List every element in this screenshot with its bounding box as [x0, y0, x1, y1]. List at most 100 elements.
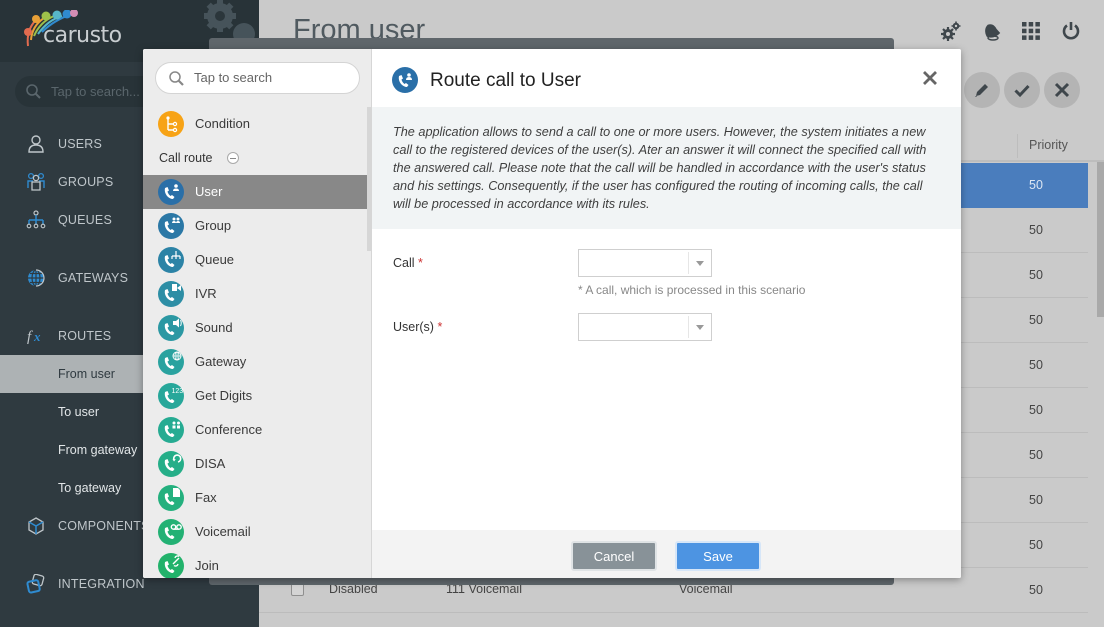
call-field-hint: * A call, which is processed in this sce… [578, 283, 806, 297]
modal-title: Route call to User [430, 70, 582, 91]
search-icon [26, 84, 41, 99]
column-header-priority[interactable]: Priority [1029, 138, 1068, 152]
call-label-text: Call [393, 256, 415, 270]
select-divider [688, 316, 689, 338]
required-marker: * [437, 320, 443, 334]
priority-cell: 50 [1029, 178, 1043, 192]
integration-icon [26, 574, 45, 594]
svg-text:x: x [33, 329, 41, 344]
svg-text:123: 123 [172, 388, 184, 395]
groups-icon [27, 172, 45, 191]
discard-button[interactable] [1044, 72, 1080, 108]
queue-call-icon [158, 247, 184, 273]
save-button[interactable]: Save [675, 541, 761, 571]
palette-item-sound[interactable]: Sound [143, 311, 367, 345]
modal-description: The application allows to send a call to… [372, 107, 961, 229]
palette-group-label: Call route [159, 151, 213, 165]
palette-item-disa[interactable]: DISA [143, 447, 367, 481]
sidebar-item-label: QUEUES [58, 213, 112, 227]
palette-item-label: DISA [195, 456, 226, 471]
group-call-icon [158, 213, 184, 239]
edit-button[interactable] [964, 72, 1000, 108]
call-select[interactable] [578, 249, 712, 277]
globe-icon [28, 269, 45, 287]
palette-item-label: Sound [195, 320, 233, 335]
close-icon[interactable] [921, 69, 939, 87]
palette-item-label: User [195, 184, 223, 199]
palette-search-input[interactable] [194, 70, 354, 85]
sidebar-subitem-label: From user [58, 367, 115, 381]
palette-item-fax[interactable]: Fax [143, 481, 367, 515]
sidebar-item-label: GATEWAYS [58, 271, 129, 285]
close-icon [1054, 82, 1070, 98]
palette-item-gateway[interactable]: Gateway [143, 345, 367, 379]
palette-item-get-digits[interactable]: 123 Get Digits [143, 379, 367, 413]
gateway-call-icon [158, 349, 184, 375]
users-field-label: User(s) * [393, 320, 442, 334]
get-digits-call-icon: 123 [158, 383, 184, 409]
palette-item-ivr[interactable]: IVR [143, 277, 367, 311]
queues-icon [26, 210, 46, 229]
bell-icon[interactable] [980, 20, 1002, 42]
palette-item-label: Condition [195, 116, 250, 131]
palette-item-label: IVR [195, 286, 217, 301]
modal-header: Route call to User [372, 49, 961, 107]
users-select[interactable] [578, 313, 712, 341]
condition-icon [158, 111, 184, 137]
palette-item-user[interactable]: User [143, 175, 367, 209]
sound-call-icon [158, 315, 184, 341]
chevron-down-icon [696, 325, 704, 330]
palette-item-label: Gateway [195, 354, 247, 369]
collapse-group-icon[interactable] [227, 152, 239, 164]
priority-cell: 50 [1029, 358, 1043, 372]
join-call-icon [158, 553, 184, 578]
palette-item-label: Voicemail [195, 524, 251, 539]
apps-grid-icon[interactable] [1020, 20, 1042, 42]
modal-content: Route call to User The application allow… [372, 49, 961, 578]
column-divider [1017, 134, 1018, 158]
palette-item-label: Get Digits [195, 388, 253, 403]
palette-item-voicemail[interactable]: Voicemail [143, 515, 367, 549]
conference-call-icon [158, 417, 184, 443]
palette-item-queue[interactable]: Queue [143, 243, 367, 277]
sidebar-item-label: INTEGRATION [58, 577, 145, 591]
settings-icon[interactable] [940, 20, 962, 42]
palette-item-label: Group [195, 218, 232, 233]
palette-item-label: Conference [195, 422, 263, 437]
priority-cell: 50 [1029, 493, 1043, 507]
modal-footer: Cancel Save [372, 530, 961, 578]
svg-text:f: f [27, 329, 33, 345]
cancel-button[interactable]: Cancel [571, 541, 657, 571]
ivr-call-icon [158, 281, 184, 307]
select-divider [688, 252, 689, 274]
palette-item-label: Fax [195, 490, 217, 505]
confirm-button[interactable] [1004, 72, 1040, 108]
palette-item-group[interactable]: Group [143, 209, 367, 243]
sidebar-search-placeholder: Tap to search... [51, 84, 140, 99]
priority-cell: 50 [1029, 403, 1043, 417]
palette-item-condition[interactable]: Condition [143, 107, 367, 141]
priority-cell: 50 [1029, 583, 1043, 597]
search-icon [169, 71, 184, 86]
sidebar-subitem-label: To gateway [58, 481, 122, 495]
sidebar-subitem-label: To user [58, 405, 99, 419]
priority-cell: 50 [1029, 448, 1043, 462]
palette-search[interactable] [155, 62, 360, 94]
power-icon[interactable] [1060, 20, 1082, 42]
fx-icon: fx [27, 329, 41, 345]
call-field-label: Call * [393, 256, 423, 270]
table-scrollbar[interactable] [1097, 162, 1104, 317]
priority-cell: 50 [1029, 223, 1043, 237]
priority-cell: 50 [1029, 313, 1043, 327]
palette-item-conference[interactable]: Conference [143, 413, 367, 447]
disa-call-icon [158, 451, 184, 477]
required-marker: * [418, 256, 423, 270]
sidebar-item-label: COMPONENTS [58, 519, 150, 533]
sidebar-item-label: ROUTES [58, 329, 112, 343]
users-label-text: User(s) [393, 320, 434, 334]
route-call-modal: Condition Call route User Group Queue IVR So… [143, 49, 961, 578]
user-icon [28, 135, 44, 153]
chevron-down-icon [696, 261, 704, 266]
palette-item-join[interactable]: Join [143, 549, 367, 578]
top-toolbar [940, 20, 1082, 44]
